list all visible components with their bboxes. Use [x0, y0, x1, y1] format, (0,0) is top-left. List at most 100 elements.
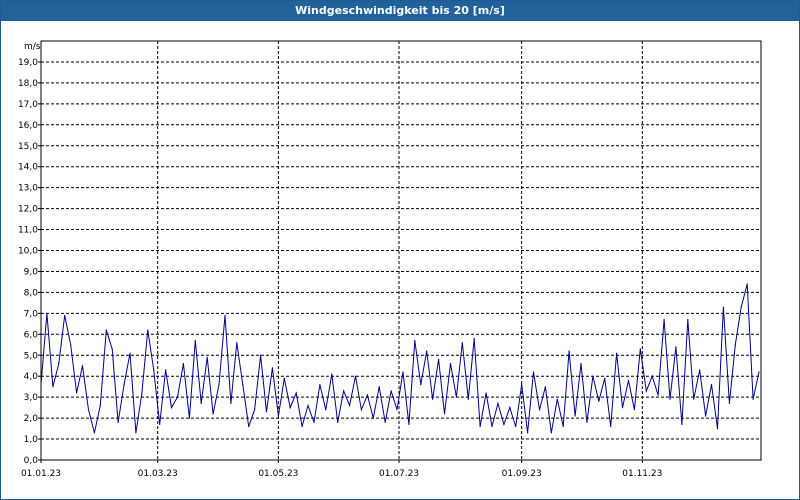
- data-point: [758, 371, 760, 373]
- y-axis-ticks: 0,0 1,0 2,0 3,0 4,0 5,0 6,0 7,0 8,0 9,0 10,0 11,0 12…: [18, 58, 41, 466]
- data-point: [669, 398, 671, 400]
- data-point: [224, 314, 226, 316]
- y-tick-label: 4,0: [24, 372, 39, 382]
- data-point: [752, 398, 754, 400]
- data-point: [182, 363, 184, 365]
- y-tick-label: 0,0: [24, 456, 39, 466]
- data-point: [64, 314, 66, 316]
- data-point: [218, 384, 220, 386]
- data-point: [663, 319, 665, 321]
- wind-speed-chart: m/s 0,0 1,0 2,0 3,0 4,0 5,0 6,0 7,0 8,0 9,0 10,0 11…: [18, 40, 762, 479]
- data-point: [657, 394, 659, 396]
- data-point: [325, 409, 327, 411]
- data-point: [295, 392, 297, 394]
- y-tick-label: 6,0: [24, 330, 39, 340]
- data-point: [651, 375, 653, 377]
- data-point: [515, 425, 517, 428]
- data-point: [556, 398, 558, 400]
- data-point: [497, 402, 499, 404]
- y-tick-label: 18,0: [18, 79, 38, 89]
- data-point: [728, 402, 731, 404]
- y-tick-label: 16,0: [18, 121, 38, 131]
- x-tick-label: 01.07.23: [379, 469, 419, 479]
- data-point: [586, 421, 588, 423]
- data-point: [165, 369, 167, 371]
- data-point: [176, 396, 179, 398]
- y-axis-unit-label: m/s: [24, 42, 41, 52]
- data-point: [170, 407, 173, 409]
- data-point: [580, 363, 582, 365]
- x-tick-label: 01.11.23: [622, 469, 662, 479]
- y-tick-label: 11,0: [18, 226, 38, 236]
- data-point: [722, 306, 725, 308]
- data-point: [212, 413, 214, 415]
- data-point: [734, 344, 736, 346]
- y-tick-label: 14,0: [18, 163, 38, 173]
- data-point: [46, 312, 48, 314]
- data-point: [194, 340, 196, 342]
- data-point: [378, 386, 380, 388]
- data-point: [521, 384, 523, 386]
- data-point: [532, 371, 535, 373]
- data-point: [384, 421, 386, 423]
- data-point: [153, 369, 155, 371]
- data-point: [610, 425, 612, 428]
- data-point: [76, 392, 78, 394]
- data-point: [414, 340, 416, 342]
- data-point: [366, 394, 368, 396]
- data-point: [360, 409, 362, 411]
- data-point: [568, 350, 570, 352]
- data-point: [645, 390, 647, 392]
- data-point: [627, 379, 630, 381]
- x-tick-label: 01.03.23: [138, 469, 178, 479]
- y-tick-label: 10,0: [18, 247, 38, 257]
- y-tick-label: 7,0: [24, 309, 39, 319]
- grid-lines: [41, 41, 761, 460]
- data-point: [562, 425, 564, 428]
- data-point: [206, 356, 208, 358]
- data-point: [746, 283, 748, 285]
- y-tick-label: 15,0: [18, 142, 38, 152]
- data-point: [616, 352, 618, 354]
- data-points: [40, 283, 760, 434]
- data-point: [420, 384, 422, 386]
- data-point: [592, 375, 594, 377]
- data-point: [740, 306, 742, 308]
- data-point: [687, 319, 689, 321]
- data-point: [93, 432, 95, 434]
- x-tick-label: 01.09.23: [502, 469, 542, 479]
- data-point: [349, 404, 351, 407]
- data-point: [260, 354, 262, 356]
- data-point: [432, 398, 434, 400]
- data-point: [248, 425, 250, 428]
- data-point: [675, 346, 677, 348]
- data-point: [479, 425, 481, 428]
- data-point: [123, 384, 125, 386]
- data-point: [337, 421, 339, 423]
- y-tick-label: 1,0: [24, 435, 39, 445]
- x-tick-label: 01.05.23: [258, 469, 298, 479]
- data-point: [105, 329, 107, 331]
- data-point: [135, 432, 137, 434]
- data-point: [699, 369, 701, 371]
- wind-speed-series-line: [40, 283, 760, 433]
- data-point: [598, 400, 600, 402]
- data-point: [277, 415, 279, 417]
- y-tick-label: 2,0: [24, 414, 39, 424]
- y-tick-label: 17,0: [18, 100, 38, 110]
- data-point: [301, 425, 303, 428]
- data-point: [527, 432, 529, 434]
- data-point: [491, 425, 493, 428]
- data-point: [467, 398, 469, 400]
- data-point: [313, 421, 315, 423]
- y-tick-label: 8,0: [24, 288, 39, 298]
- data-point: [372, 417, 374, 419]
- data-point: [265, 411, 268, 413]
- y-tick-label: 13,0: [18, 184, 38, 194]
- data-point: [289, 407, 291, 409]
- data-point: [449, 363, 452, 365]
- y-tick-label: 3,0: [24, 393, 39, 403]
- data-point: [319, 384, 321, 386]
- data-point: [503, 423, 505, 425]
- data-point: [40, 384, 42, 386]
